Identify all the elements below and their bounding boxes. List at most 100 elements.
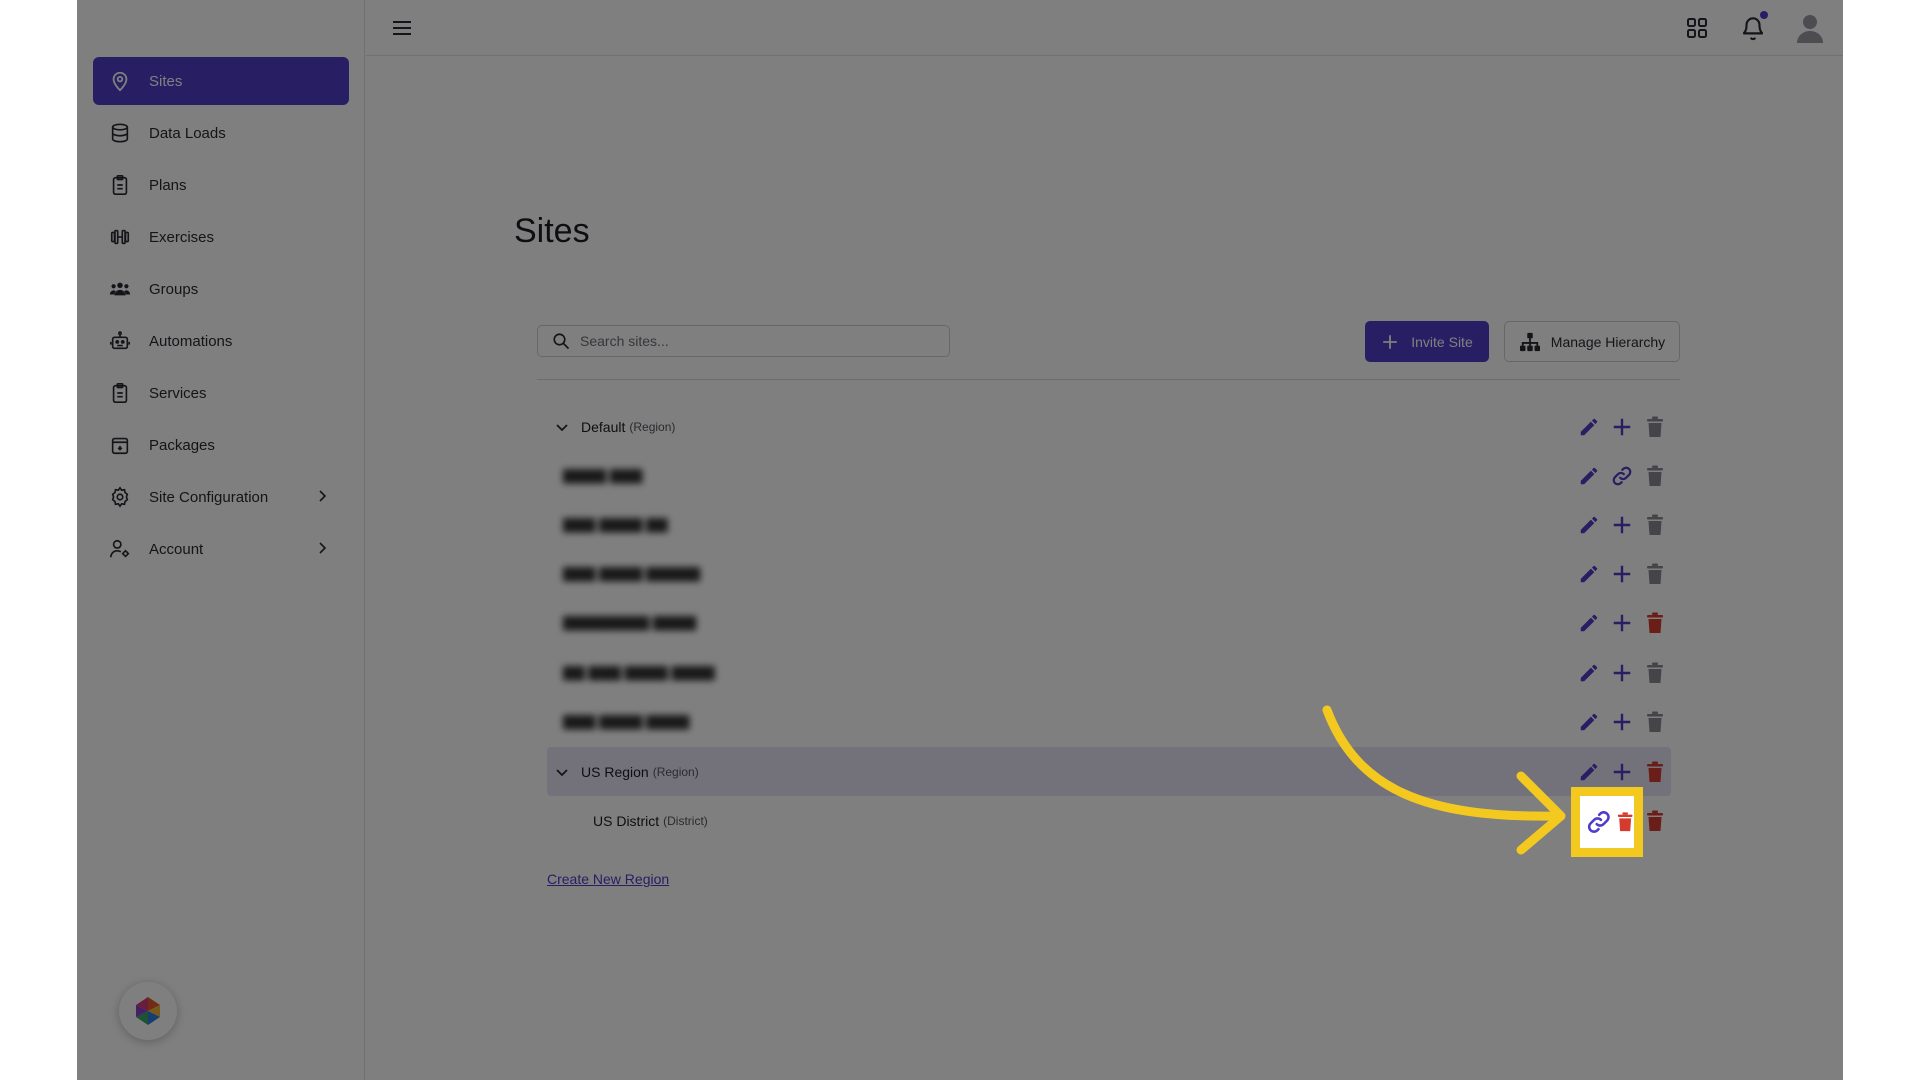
- site-name: ▇▇▇ ▇▇▇▇ ▇▇▇▇: [563, 713, 690, 729]
- highlighted-link-site-button[interactable]: [1571, 787, 1643, 857]
- edit-button[interactable]: [1577, 414, 1601, 440]
- user-avatar-icon[interactable]: [1796, 13, 1824, 43]
- delete-button[interactable]: [1643, 660, 1667, 686]
- add-child-button[interactable]: [1610, 561, 1634, 587]
- add-child-button[interactable]: [1610, 759, 1634, 785]
- sidebar-item-plans[interactable]: Plans: [93, 161, 349, 209]
- chevron-right-icon: [319, 490, 327, 502]
- map-pin-icon: [109, 70, 131, 92]
- row-actions: [1577, 463, 1677, 489]
- dumbbell-icon: [109, 226, 131, 248]
- sidebar: Sites Data Loads Plans Exercises Groups: [77, 0, 365, 1080]
- divider: [537, 379, 1680, 380]
- edit-button[interactable]: [1577, 561, 1601, 587]
- edit-button[interactable]: [1577, 610, 1601, 636]
- row-actions: [1577, 709, 1677, 735]
- sidebar-item-services[interactable]: Services: [93, 369, 349, 417]
- site-name: Default: [581, 418, 626, 435]
- sidebar-item-data-loads[interactable]: Data Loads: [93, 109, 349, 157]
- hamburger-menu-icon[interactable]: [390, 16, 414, 40]
- tree-row[interactable]: ▇▇▇ ▇▇▇▇ ▇▇▇▇: [547, 697, 1671, 746]
- tree-row[interactable]: ▇▇▇ ▇▇▇▇ ▇▇▇▇▇: [547, 549, 1671, 598]
- brand-logo-button[interactable]: [119, 982, 177, 1040]
- site-name: US District: [593, 812, 660, 829]
- user-gear-icon: [109, 538, 131, 560]
- pencil-icon: [1578, 662, 1600, 684]
- plus-icon: [1611, 662, 1633, 684]
- sidebar-item-sites[interactable]: Sites: [93, 57, 349, 105]
- tree-row[interactable]: US District (District): [547, 796, 1671, 845]
- tree-row[interactable]: ▇▇▇▇ ▇▇▇: [547, 451, 1671, 500]
- sidebar-item-account[interactable]: Account: [93, 525, 349, 573]
- edit-button[interactable]: [1577, 759, 1601, 785]
- edit-button[interactable]: [1577, 709, 1601, 735]
- sidebar-item-label: Plans: [149, 176, 187, 194]
- plus-icon: [1383, 334, 1397, 349]
- row-actions: [1577, 414, 1677, 440]
- sidebar-item-label: Sites: [149, 72, 183, 90]
- sidebar-item-groups[interactable]: Groups: [93, 265, 349, 313]
- tree-row[interactable]: Default (Region): [547, 402, 1671, 451]
- add-child-button[interactable]: [1610, 414, 1634, 440]
- edit-button[interactable]: [1577, 512, 1601, 538]
- pencil-icon: [1578, 465, 1600, 487]
- plus-icon: [1611, 612, 1633, 634]
- sidebar-item-automations[interactable]: Automations: [93, 317, 349, 365]
- tree-row[interactable]: ▇▇ ▇▇▇ ▇▇▇▇ ▇▇▇▇: [547, 648, 1671, 697]
- sidebar-item-label: Groups: [149, 280, 199, 298]
- link-site-button[interactable]: [1610, 463, 1634, 489]
- pencil-icon: [1578, 416, 1600, 438]
- site-name: ▇▇▇▇ ▇▇▇: [563, 467, 643, 483]
- chevron-down-icon[interactable]: [555, 765, 569, 779]
- trash-icon: [1644, 662, 1666, 684]
- hierarchy-icon: [1519, 332, 1540, 351]
- delete-button[interactable]: [1643, 808, 1667, 834]
- add-child-button[interactable]: [1610, 610, 1634, 636]
- delete-button[interactable]: [1643, 759, 1667, 785]
- tree-row[interactable]: US Region (Region): [547, 747, 1671, 796]
- sidebar-item-packages[interactable]: Packages: [93, 421, 349, 469]
- delete-button[interactable]: [1643, 709, 1667, 735]
- row-actions: [1577, 660, 1677, 686]
- delete-button[interactable]: [1643, 512, 1667, 538]
- add-child-button[interactable]: [1610, 512, 1634, 538]
- search-input[interactable]: [580, 333, 920, 349]
- create-new-region-link[interactable]: Create New Region: [547, 871, 669, 887]
- delete-button[interactable]: [1643, 561, 1667, 587]
- clipboard-icon: [109, 382, 131, 404]
- sidebar-item-site-configuration[interactable]: Site Configuration: [93, 473, 349, 521]
- site-type: (Region): [629, 419, 676, 434]
- plus-icon: [1611, 711, 1633, 733]
- sidebar-item-exercises[interactable]: Exercises: [93, 213, 349, 261]
- trash-icon: [1644, 612, 1666, 634]
- gear-icon: [109, 486, 131, 508]
- chevron-down-icon[interactable]: [555, 420, 569, 434]
- apps-grid-icon[interactable]: [1685, 16, 1709, 40]
- tree-row[interactable]: ▇▇▇ ▇▇▇▇ ▇▇: [547, 500, 1671, 549]
- clipboard-icon: [109, 174, 131, 196]
- add-child-button[interactable]: [1610, 660, 1634, 686]
- notifications-button[interactable]: [1740, 11, 1768, 42]
- site-name: ▇▇ ▇▇▇ ▇▇▇▇ ▇▇▇▇: [563, 664, 715, 680]
- delete-button[interactable]: [1643, 463, 1667, 489]
- add-child-button[interactable]: [1610, 709, 1634, 735]
- users-icon: [109, 278, 131, 300]
- link-icon: [1611, 465, 1633, 487]
- tree-row[interactable]: ▇▇▇▇▇▇▇▇ ▇▇▇▇: [547, 598, 1671, 647]
- manage-hierarchy-button[interactable]: Manage Hierarchy: [1504, 321, 1680, 362]
- sidebar-item-label: Account: [149, 540, 204, 558]
- edit-button[interactable]: [1577, 660, 1601, 686]
- robot-icon: [109, 330, 131, 352]
- pencil-icon: [1578, 563, 1600, 585]
- trash-icon: [1644, 711, 1666, 733]
- delete-button[interactable]: [1643, 414, 1667, 440]
- trash-icon: [1644, 810, 1666, 832]
- edit-button[interactable]: [1577, 463, 1601, 489]
- delete-button[interactable]: [1643, 610, 1667, 636]
- invite-site-button[interactable]: Invite Site: [1365, 321, 1489, 362]
- plus-icon: [1611, 514, 1633, 536]
- sidebar-item-label: Packages: [149, 436, 215, 454]
- search-box[interactable]: [537, 325, 950, 357]
- notification-badge: [1760, 11, 1768, 19]
- row-actions: [1577, 610, 1677, 636]
